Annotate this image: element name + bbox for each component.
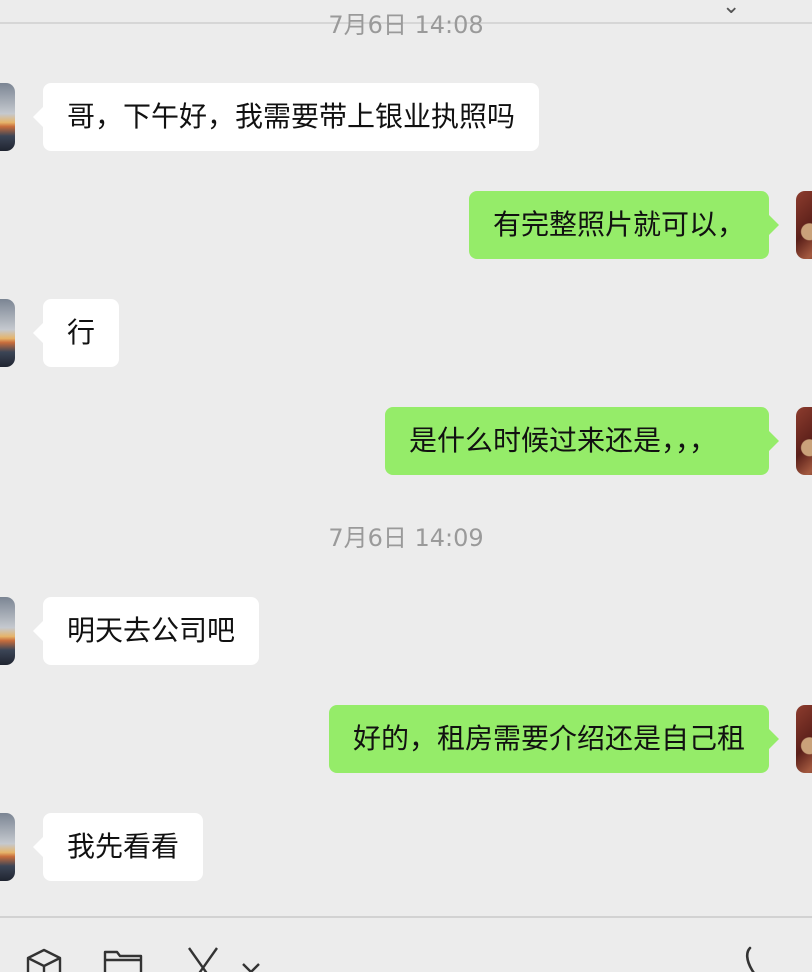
folder-icon[interactable] bbox=[103, 944, 143, 972]
chat-window: ⌄ 7月6日 14:08 哥，下午好，我需要带上银业执照吗 有完整照片就可以， … bbox=[0, 0, 812, 972]
avatar-contact[interactable] bbox=[0, 299, 15, 367]
input-toolbar bbox=[0, 918, 812, 972]
avatar-contact[interactable] bbox=[0, 813, 15, 881]
chevron-down-icon[interactable] bbox=[238, 944, 264, 972]
avatar-self[interactable] bbox=[796, 407, 812, 475]
timestamp: 7月6日 14:09 bbox=[328, 524, 484, 552]
avatar-contact[interactable] bbox=[0, 597, 15, 665]
avatar-contact[interactable] bbox=[0, 83, 15, 151]
avatar-self[interactable] bbox=[796, 705, 812, 773]
message-bubble-incoming[interactable]: 明天去公司吧 bbox=[33, 597, 259, 665]
message-bubble-incoming[interactable]: 我先看看 bbox=[33, 813, 203, 881]
emoji-icon[interactable] bbox=[24, 944, 64, 972]
message-bubble-outgoing[interactable]: 有完整照片就可以， bbox=[469, 191, 779, 259]
scissors-icon[interactable] bbox=[183, 944, 223, 972]
phone-icon[interactable] bbox=[740, 944, 780, 972]
message-bubble-outgoing[interactable]: 是什么时候过来还是，，， bbox=[385, 407, 779, 475]
timestamp: 7月6日 14:08 bbox=[328, 11, 484, 39]
message-bubble-incoming[interactable]: 哥，下午好，我需要带上银业执照吗 bbox=[33, 83, 539, 151]
message-bubble-outgoing[interactable]: 好的，租房需要介绍还是自己租 bbox=[329, 705, 779, 773]
message-bubble-incoming[interactable]: 行 bbox=[33, 299, 119, 367]
avatar-self[interactable] bbox=[796, 191, 812, 259]
